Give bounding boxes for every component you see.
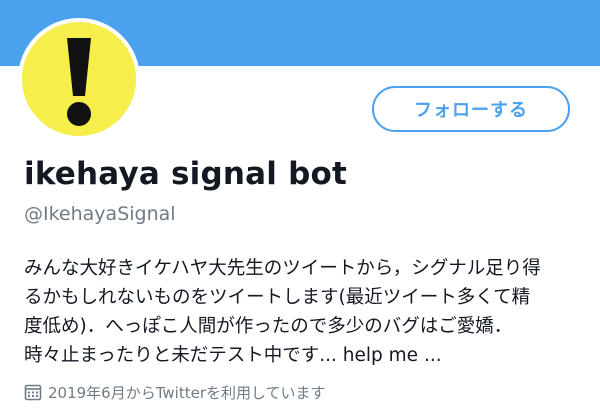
bio-line: みんな大好きイケハヤ大先生のツイートから，シグナル足り得 — [24, 258, 541, 279]
display-name: ikehaya signal bot — [24, 156, 347, 192]
user-handle: @IkehayaSignal — [24, 203, 176, 225]
avatar-background — [22, 22, 136, 136]
bio-line: るかもしれないものをツイートします(最近ツイート多くて精 — [24, 287, 531, 308]
profile-bio: みんな大好きイケハヤ大先生のツイートから，シグナル足り得 るかもしれないものをツ… — [24, 254, 584, 370]
joined-date: 2019年6月からTwitterを利用しています — [24, 381, 326, 403]
follow-button[interactable]: フォローする — [372, 86, 570, 132]
profile-avatar[interactable] — [18, 18, 140, 140]
exclamation-icon — [67, 38, 91, 126]
bio-line: 時々止まったりと未だテスト中です... help me ... — [24, 345, 442, 366]
calendar-icon — [24, 384, 42, 401]
joined-text: 2019年6月からTwitterを利用しています — [48, 383, 326, 402]
bio-line: 度低め)．へっぽこ人間が作ったので多少のバグはご愛嬌． — [24, 316, 513, 337]
